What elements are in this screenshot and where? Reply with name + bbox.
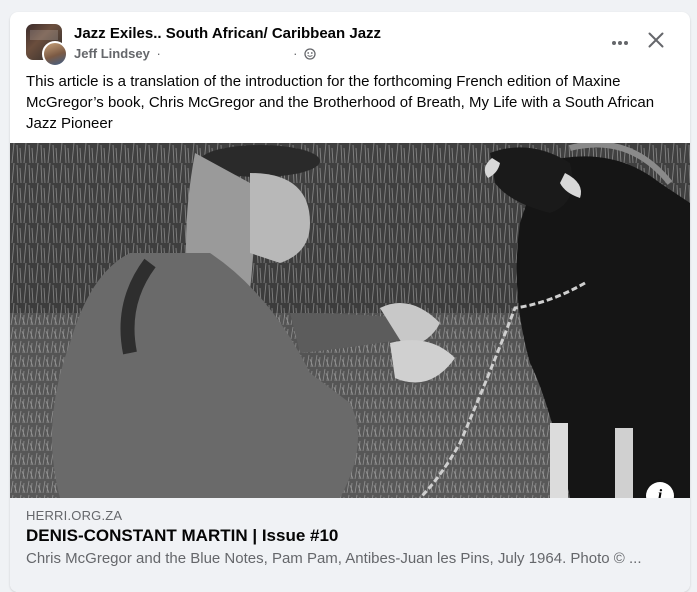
close-icon xyxy=(648,32,664,53)
meta-separator: · xyxy=(156,46,161,61)
group-name[interactable]: Jazz Exiles.. South African/ Caribbean J… xyxy=(74,25,381,42)
link-title[interactable]: DENIS-CONSTANT MARTIN | Issue #10 xyxy=(26,526,338,546)
meta-separator-2: · xyxy=(293,46,298,61)
more-horizontal-icon xyxy=(611,33,629,51)
close-button[interactable] xyxy=(642,28,670,56)
post-text: This article is a translation of the int… xyxy=(26,73,655,132)
public-globe-icon[interactable] xyxy=(304,48,316,63)
link-preview[interactable]: HERRI.ORG.ZA DENIS-CONSTANT MARTIN | Iss… xyxy=(10,498,690,592)
link-description: Chris McGregor and the Blue Notes, Pam P… xyxy=(26,550,642,567)
author-name[interactable]: Jeff Lindsey xyxy=(74,46,150,61)
link-domain: HERRI.ORG.ZA xyxy=(26,508,123,523)
post-header: Jazz Exiles.. South African/ Caribbean J… xyxy=(10,12,690,70)
post-meta: Jeff Lindsey · · xyxy=(74,46,316,63)
avatar-group[interactable] xyxy=(26,24,68,67)
post-card: Jazz Exiles.. South African/ Caribbean J… xyxy=(10,12,690,592)
more-options-button[interactable] xyxy=(606,28,634,56)
link-preview-image[interactable] xyxy=(10,143,690,498)
author-avatar[interactable] xyxy=(42,41,68,67)
